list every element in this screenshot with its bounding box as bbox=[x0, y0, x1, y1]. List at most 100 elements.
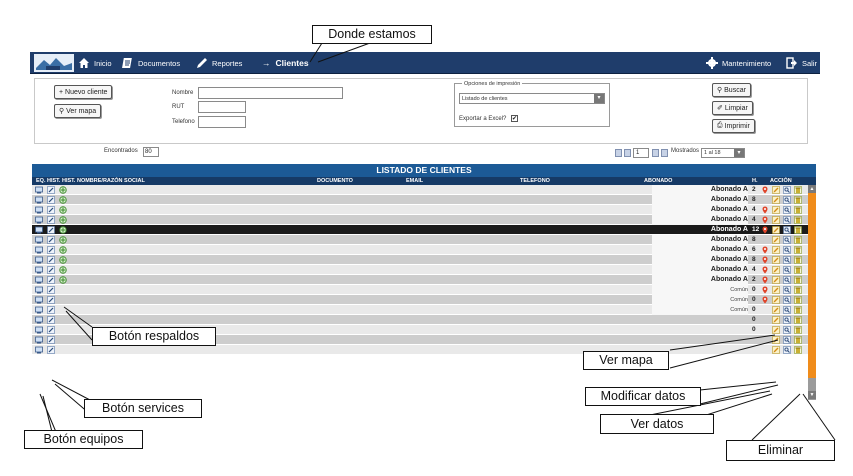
view-icon[interactable] bbox=[783, 306, 791, 314]
equipos-icon[interactable] bbox=[35, 276, 43, 284]
services-icon[interactable] bbox=[47, 336, 55, 344]
buscar-button[interactable]: ⚲ Buscar bbox=[712, 83, 751, 97]
services-icon[interactable] bbox=[47, 346, 55, 354]
services-icon[interactable] bbox=[47, 186, 55, 194]
services-icon[interactable] bbox=[47, 316, 55, 324]
services-icon[interactable] bbox=[47, 286, 55, 294]
respaldos-icon[interactable] bbox=[59, 216, 67, 224]
services-icon[interactable] bbox=[47, 306, 55, 314]
view-icon[interactable] bbox=[783, 186, 791, 194]
edit-icon[interactable] bbox=[772, 236, 780, 244]
equipos-icon[interactable] bbox=[35, 296, 43, 304]
view-icon[interactable] bbox=[783, 236, 791, 244]
edit-icon[interactable] bbox=[772, 226, 780, 234]
services-icon[interactable] bbox=[47, 236, 55, 244]
edit-icon[interactable] bbox=[772, 296, 780, 304]
services-icon[interactable] bbox=[47, 276, 55, 284]
table-row[interactable]: Abonado A6 bbox=[32, 245, 808, 255]
table-row[interactable]: Común 0 bbox=[32, 295, 808, 305]
equipos-icon[interactable] bbox=[35, 216, 43, 224]
view-icon[interactable] bbox=[783, 286, 791, 294]
table-row[interactable]: 0 bbox=[32, 315, 808, 325]
map-pin-icon[interactable] bbox=[761, 276, 769, 284]
trash-icon[interactable] bbox=[794, 246, 802, 254]
edit-icon[interactable] bbox=[772, 276, 780, 284]
last-page-button[interactable] bbox=[661, 149, 668, 157]
trash-icon[interactable] bbox=[794, 256, 802, 264]
services-icon[interactable] bbox=[47, 206, 55, 214]
respaldos-icon[interactable] bbox=[59, 206, 67, 214]
respaldos-icon[interactable] bbox=[59, 276, 67, 284]
view-icon[interactable] bbox=[783, 196, 791, 204]
edit-icon[interactable] bbox=[772, 306, 780, 314]
trash-icon[interactable] bbox=[794, 206, 802, 214]
trash-icon[interactable] bbox=[794, 196, 802, 204]
edit-icon[interactable] bbox=[772, 196, 780, 204]
equipos-icon[interactable] bbox=[35, 346, 43, 354]
table-row[interactable]: Abonado A4 bbox=[32, 215, 808, 225]
ver-mapa-button[interactable]: ⚲ Ver mapa bbox=[54, 104, 102, 118]
edit-icon[interactable] bbox=[772, 256, 780, 264]
nav-reportes[interactable]: Reportes bbox=[196, 52, 242, 74]
first-page-button[interactable] bbox=[615, 149, 622, 157]
equipos-icon[interactable] bbox=[35, 326, 43, 334]
imprimir-button[interactable]: ⎙ Imprimir bbox=[712, 119, 755, 133]
table-row[interactable]: Abonado A8 bbox=[32, 255, 808, 265]
trash-icon[interactable] bbox=[794, 346, 802, 354]
view-icon[interactable] bbox=[783, 266, 791, 274]
table-row[interactable]: Abonado A2 bbox=[32, 275, 808, 285]
respaldos-icon[interactable] bbox=[59, 226, 67, 234]
equipos-icon[interactable] bbox=[35, 256, 43, 264]
trash-icon[interactable] bbox=[794, 216, 802, 224]
trash-icon[interactable] bbox=[794, 286, 802, 294]
services-icon[interactable] bbox=[47, 256, 55, 264]
trash-icon[interactable] bbox=[794, 306, 802, 314]
view-icon[interactable] bbox=[783, 336, 791, 344]
services-icon[interactable] bbox=[47, 226, 55, 234]
trash-icon[interactable] bbox=[794, 276, 802, 284]
equipos-icon[interactable] bbox=[35, 236, 43, 244]
edit-icon[interactable] bbox=[772, 186, 780, 194]
app-logo[interactable] bbox=[34, 54, 74, 72]
services-icon[interactable] bbox=[47, 266, 55, 274]
services-icon[interactable] bbox=[47, 246, 55, 254]
scroll-down-icon[interactable]: ▼ bbox=[808, 391, 816, 399]
table-row[interactable]: Abonado A4 bbox=[32, 265, 808, 275]
nav-documentos[interactable]: Documentos bbox=[122, 52, 180, 74]
nav-salir[interactable]: Salir bbox=[786, 52, 817, 74]
prev-page-button[interactable] bbox=[624, 149, 631, 157]
next-page-button[interactable] bbox=[652, 149, 659, 157]
nuevo-cliente-button[interactable]: + Nuevo cliente bbox=[54, 85, 113, 99]
edit-icon[interactable] bbox=[772, 246, 780, 254]
table-row[interactable]: Abonado A4 bbox=[32, 205, 808, 215]
respaldos-icon[interactable] bbox=[59, 246, 67, 254]
edit-icon[interactable] bbox=[772, 336, 780, 344]
edit-icon[interactable] bbox=[772, 316, 780, 324]
page-input[interactable]: 1 bbox=[633, 148, 649, 158]
equipos-icon[interactable] bbox=[35, 336, 43, 344]
equipos-icon[interactable] bbox=[35, 306, 43, 314]
map-pin-icon[interactable] bbox=[761, 286, 769, 294]
table-row[interactable]: Común 0 bbox=[32, 285, 808, 295]
print-type-select[interactable]: Listado de clientes ▾ bbox=[459, 93, 605, 104]
trash-icon[interactable] bbox=[794, 296, 802, 304]
equipos-icon[interactable] bbox=[35, 206, 43, 214]
respaldos-icon[interactable] bbox=[59, 256, 67, 264]
map-pin-icon[interactable] bbox=[761, 296, 769, 304]
map-pin-icon[interactable] bbox=[761, 246, 769, 254]
edit-icon[interactable] bbox=[772, 346, 780, 354]
scroll-up-icon[interactable]: ▲ bbox=[808, 185, 816, 193]
view-icon[interactable] bbox=[783, 216, 791, 224]
view-icon[interactable] bbox=[783, 326, 791, 334]
view-icon[interactable] bbox=[783, 316, 791, 324]
nombre-input[interactable] bbox=[198, 87, 343, 99]
services-icon[interactable] bbox=[47, 326, 55, 334]
equipos-icon[interactable] bbox=[35, 266, 43, 274]
equipos-icon[interactable] bbox=[35, 226, 43, 234]
map-pin-icon[interactable] bbox=[761, 186, 769, 194]
exportar-checkbox[interactable]: ✔ bbox=[511, 115, 518, 122]
services-icon[interactable] bbox=[47, 216, 55, 224]
view-icon[interactable] bbox=[783, 346, 791, 354]
table-row[interactable] bbox=[32, 345, 808, 355]
equipos-icon[interactable] bbox=[35, 286, 43, 294]
